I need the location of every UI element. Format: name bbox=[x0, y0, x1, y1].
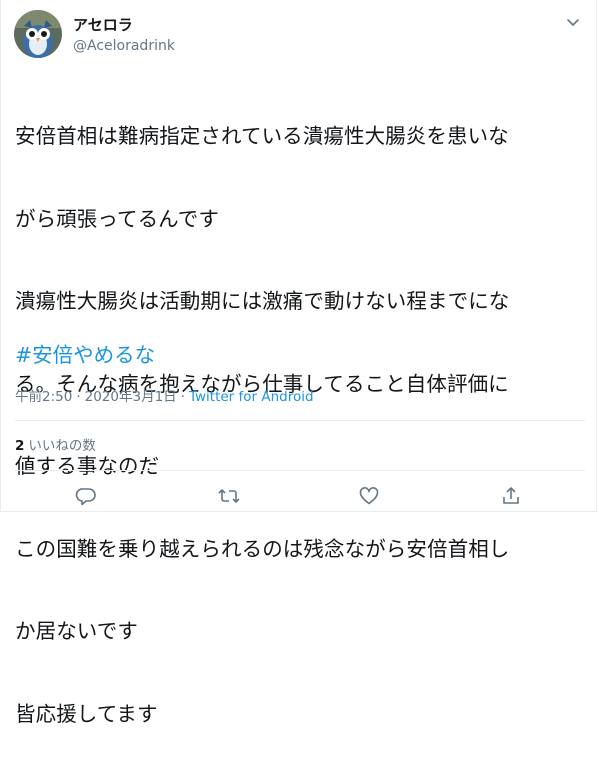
tweet-text-line: この国難を乗り越えられるのは残念ながら安倍首相し bbox=[15, 536, 510, 561]
likes-number: 2 bbox=[15, 438, 25, 454]
meta-separator: · bbox=[76, 389, 81, 405]
tweet-date[interactable]: 2020年3月1日 bbox=[85, 389, 177, 405]
meta-separator: · bbox=[180, 389, 185, 405]
reply-icon[interactable] bbox=[75, 485, 97, 507]
owl-avatar-icon bbox=[14, 10, 62, 58]
likes-label: いいねの数 bbox=[28, 438, 96, 454]
tweet-text-line: 潰瘍性大腸炎は活動期には激痛で動けない程までにな bbox=[15, 289, 510, 313]
tweet-text: 安倍首相は難病指定されている潰瘍性大腸炎を患いな がら頑張ってるんです 潰瘍性大… bbox=[15, 68, 587, 783]
tweet-time[interactable]: 午前2:50 bbox=[15, 389, 72, 405]
tweet-text-line: か居ないです bbox=[15, 619, 138, 643]
like-icon[interactable] bbox=[358, 485, 380, 507]
tweet-card: アセロラ @Aceloradrink 安倍首相は難病指定されている潰瘍性大腸炎を… bbox=[0, 0, 597, 726]
author-handle[interactable]: @Aceloradrink bbox=[73, 37, 175, 55]
author-display-name[interactable]: アセロラ bbox=[73, 16, 133, 34]
tweet-text-line: 安倍首相は難病指定されている潰瘍性大腸炎を患いな bbox=[15, 124, 509, 148]
tweet-text-line: 値する事なのだ bbox=[15, 454, 160, 478]
tweet-text-line: がら頑張ってるんです bbox=[15, 206, 219, 231]
tweet-text-line: 皆応援してます bbox=[15, 701, 158, 726]
author-avatar[interactable] bbox=[14, 10, 62, 58]
chevron-down-icon[interactable] bbox=[564, 14, 582, 32]
likes-count[interactable]: 2 いいねの数 bbox=[15, 437, 96, 455]
retweet-icon[interactable] bbox=[217, 485, 240, 507]
divider bbox=[15, 420, 585, 421]
hashtag-link[interactable]: #安倍やめるな bbox=[15, 342, 155, 369]
share-icon[interactable] bbox=[500, 485, 522, 507]
divider bbox=[15, 470, 585, 471]
tweet-meta: 午前2:50 · 2020年3月1日 · Twitter for Android bbox=[15, 388, 314, 406]
tweet-source-link[interactable]: Twitter for Android bbox=[189, 389, 314, 405]
